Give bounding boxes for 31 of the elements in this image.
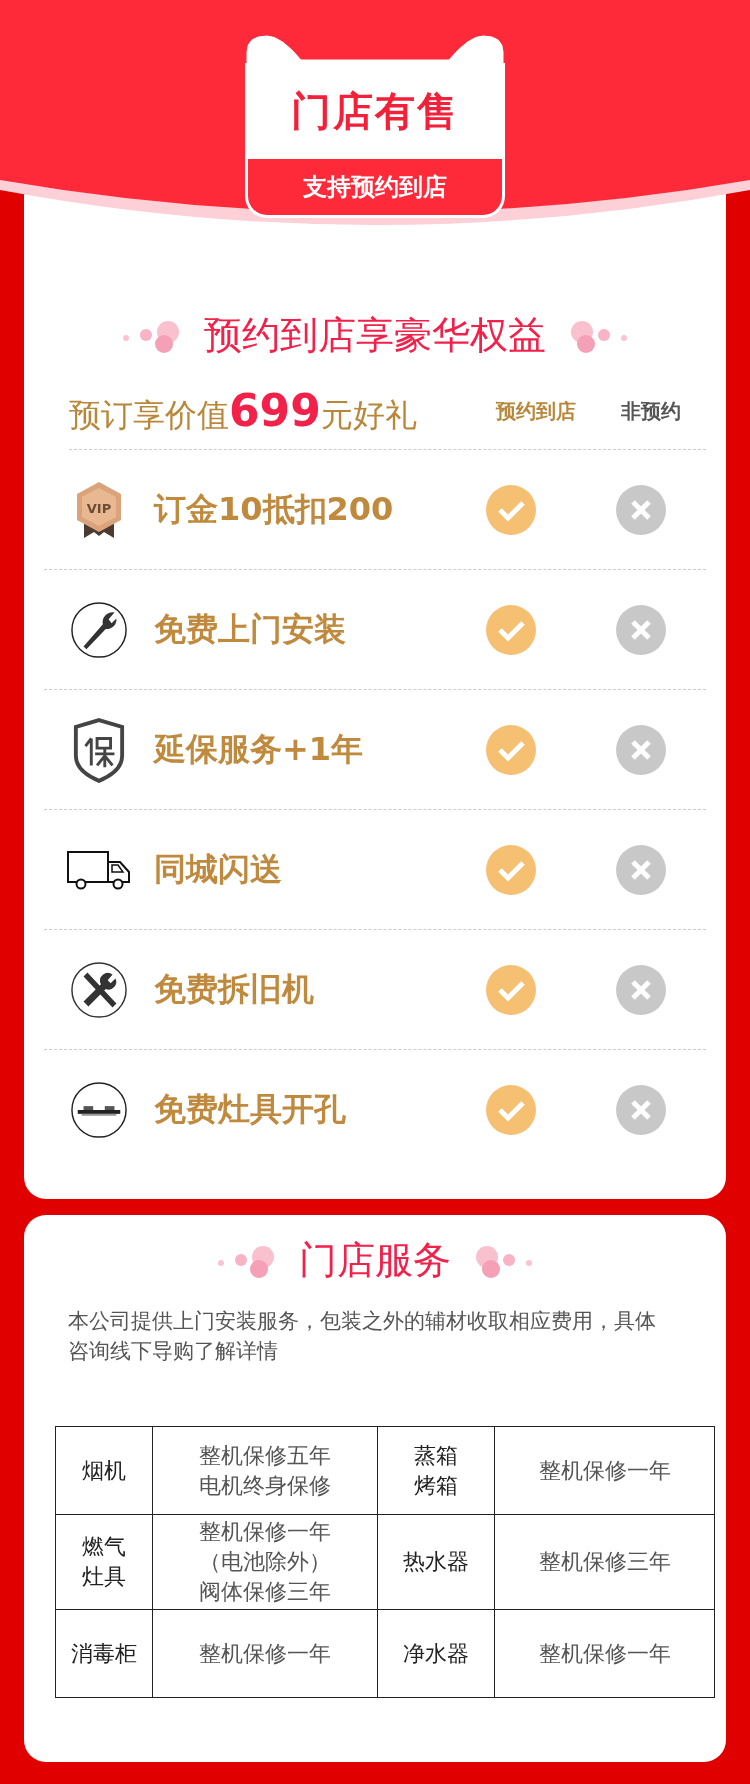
benefit-label: 订金10抵扣200: [154, 488, 395, 530]
wrench-icon: [70, 600, 128, 659]
column-heading: 预约到店: [494, 397, 577, 425]
table-cell: 整机保修三年: [494, 1514, 715, 1610]
column-heading: 非预约: [620, 397, 682, 425]
table-cell: 烟机: [55, 1426, 153, 1515]
benefit-label: 免费上门安装: [154, 608, 347, 650]
truck-icon: [66, 849, 132, 890]
tools-icon: [70, 960, 128, 1019]
offer-text: 预订享价值699元好礼: [69, 384, 418, 438]
benefit-label: 同城闪送: [154, 848, 283, 890]
benefit-label: 延保服务+1年: [154, 728, 365, 770]
badge-title: 门店有售: [291, 86, 459, 136]
table-cell: 净水器: [377, 1609, 495, 1698]
shield-icon: [72, 716, 126, 783]
table-cell: 热水器: [377, 1514, 495, 1610]
table-cell: 整机保修一年 （电池除外） 阀体保修三年: [152, 1514, 378, 1610]
cooktop-icon: [70, 1080, 128, 1139]
table-cell: 消毒柜: [55, 1609, 153, 1698]
table-cell: 整机保修五年 电机终身保修: [152, 1426, 378, 1515]
benefit-label: 免费灶具开孔: [154, 1088, 347, 1130]
badge-subtitle: 支持预约到店: [303, 172, 447, 203]
section-heading: 门店服务: [299, 1237, 451, 1284]
table-cell: 整机保修一年: [152, 1609, 378, 1698]
table-cell: 燃气 灶具: [55, 1514, 153, 1610]
table-cell: 整机保修一年: [494, 1426, 715, 1515]
table-cell: 整机保修一年: [494, 1609, 715, 1698]
section-heading: 预约到店享豪华权益: [204, 312, 546, 359]
service-note: 本公司提供上门安装服务，包装之外的辅材收取相应费用，具体咨询线下导购了解详情: [68, 1308, 657, 1365]
benefit-label: 免费拆旧机: [154, 968, 315, 1010]
table-cell: 蒸箱 烤箱: [377, 1426, 495, 1515]
